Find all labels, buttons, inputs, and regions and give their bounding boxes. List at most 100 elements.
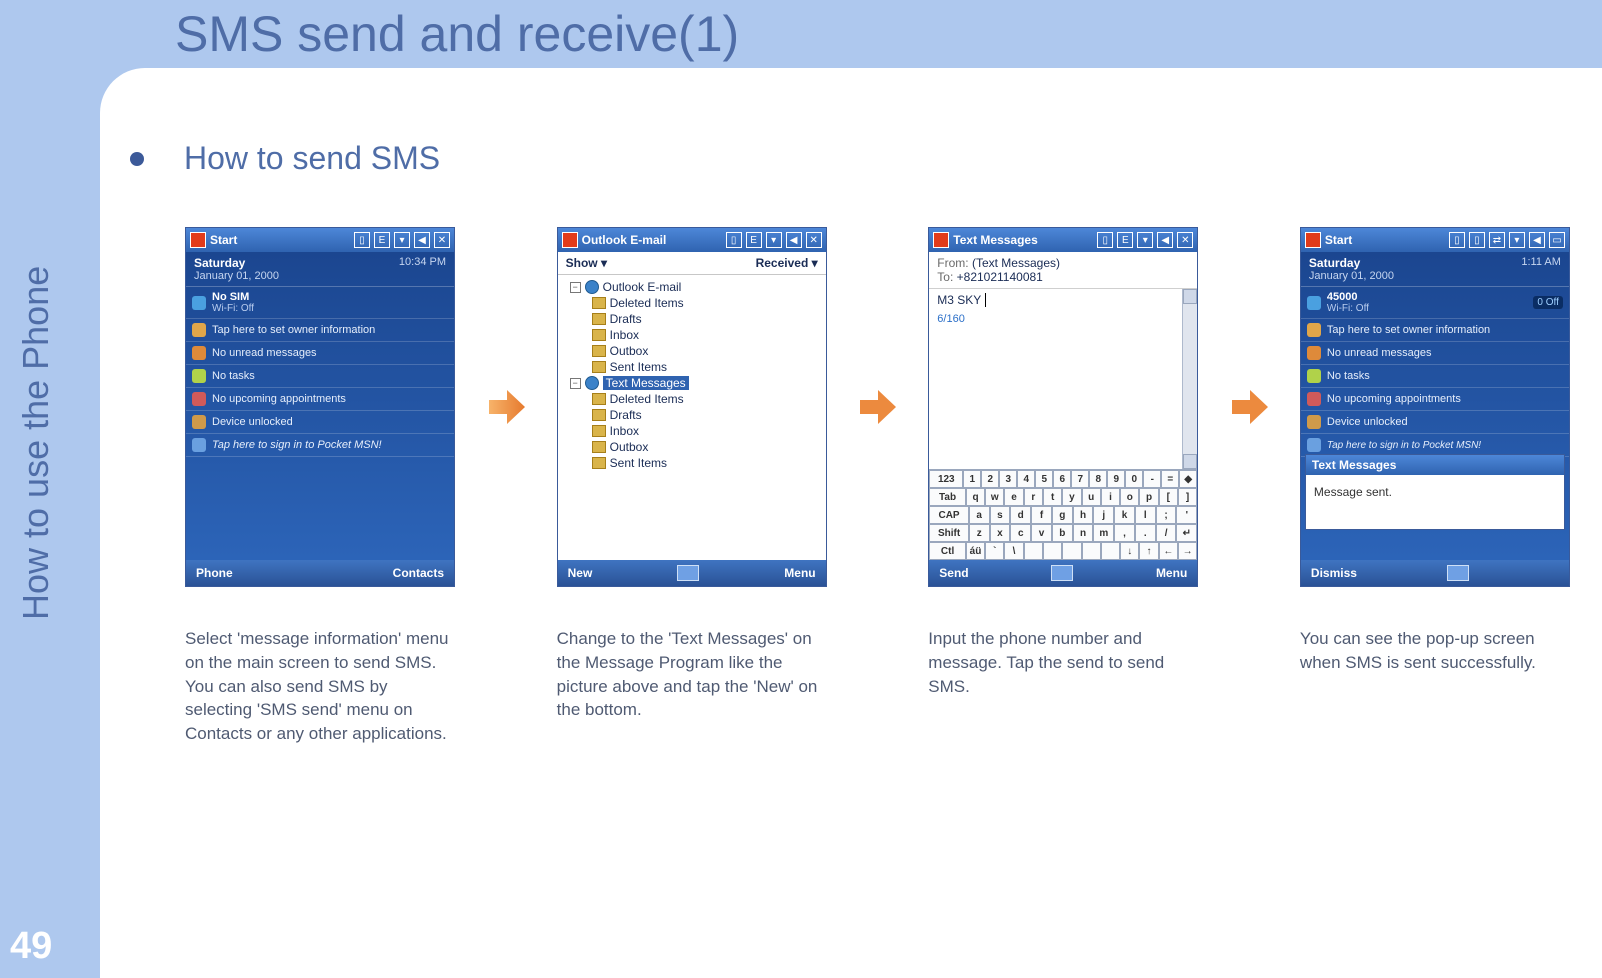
kb-key[interactable]: p <box>1139 488 1158 506</box>
volume-icon: ◀ <box>786 232 802 248</box>
kb-key[interactable]: j <box>1093 506 1114 524</box>
kb-key[interactable]: 123 <box>929 470 963 488</box>
scroll-down-icon[interactable] <box>1183 454 1197 469</box>
kb-key[interactable]: [ <box>1159 488 1178 506</box>
kb-key[interactable]: w <box>985 488 1004 506</box>
kb-key[interactable]: → <box>1178 542 1197 560</box>
kb-key[interactable] <box>1082 542 1101 560</box>
tree-folder[interactable]: Sent Items <box>592 359 822 375</box>
kb-key[interactable]: e <box>1004 488 1023 506</box>
kb-key[interactable]: Tab <box>929 488 966 506</box>
tree-folder[interactable]: Deleted Items <box>592 295 822 311</box>
kb-key[interactable]: = <box>1161 470 1179 488</box>
kb-key[interactable]: 3 <box>999 470 1017 488</box>
scroll-up-icon[interactable] <box>1183 289 1197 304</box>
kb-key[interactable]: ← <box>1159 542 1178 560</box>
kb-key[interactable]: . <box>1135 524 1156 542</box>
kb-key[interactable]: 6 <box>1053 470 1071 488</box>
kb-key[interactable]: b <box>1052 524 1073 542</box>
tree-folder[interactable]: Drafts <box>592 407 822 423</box>
calendar-icon <box>192 392 206 406</box>
to-value[interactable]: +821021140081 <box>957 270 1043 284</box>
kb-key[interactable]: k <box>1114 506 1135 524</box>
kb-key[interactable]: g <box>1052 506 1073 524</box>
kb-key[interactable]: 9 <box>1107 470 1125 488</box>
kb-key[interactable]: ◆ <box>1179 470 1197 488</box>
kb-key[interactable]: f <box>1031 506 1052 524</box>
kb-key[interactable]: ` <box>985 542 1004 560</box>
show-dropdown[interactable]: Show ▾ <box>566 256 607 270</box>
softkey-menu[interactable]: Menu <box>1156 566 1187 580</box>
kb-key[interactable]: ] <box>1178 488 1197 506</box>
kb-key[interactable]: t <box>1043 488 1062 506</box>
kb-key[interactable]: q <box>966 488 985 506</box>
tree-account-selected[interactable]: −Text Messages <box>570 375 822 391</box>
kb-key[interactable]: m <box>1093 524 1114 542</box>
kb-key[interactable]: CAP <box>929 506 969 524</box>
kb-key[interactable]: 8 <box>1089 470 1107 488</box>
kb-key[interactable]: z <box>969 524 990 542</box>
kb-key[interactable]: r <box>1024 488 1043 506</box>
on-screen-keyboard[interactable]: 1231234567890-=◆Tabqwertyuiop[]CAPasdfgh… <box>929 469 1197 560</box>
kb-key[interactable]: ; <box>1156 506 1177 524</box>
softkey-send[interactable]: Send <box>939 566 968 580</box>
scrollbar[interactable] <box>1182 289 1197 469</box>
kb-key[interactable]: l <box>1135 506 1156 524</box>
kb-key[interactable]: ' <box>1176 506 1197 524</box>
kb-key[interactable]: áü <box>966 542 985 560</box>
sort-dropdown[interactable]: Received ▾ <box>756 256 818 270</box>
kb-key[interactable]: u <box>1082 488 1101 506</box>
status-icon: ▯ <box>1097 232 1113 248</box>
softkey-new[interactable]: New <box>568 566 593 580</box>
kb-key[interactable]: 7 <box>1071 470 1089 488</box>
sync-icon: ⇄ <box>1489 232 1505 248</box>
kb-key[interactable]: Ctl <box>929 542 966 560</box>
kb-key[interactable]: / <box>1156 524 1177 542</box>
kb-key[interactable]: a <box>969 506 990 524</box>
tree-folder[interactable]: Inbox <box>592 423 822 439</box>
tree-account[interactable]: −Outlook E-mail <box>570 279 822 295</box>
kb-key[interactable]: \ <box>1004 542 1023 560</box>
tree-folder[interactable]: Sent Items <box>592 455 822 471</box>
kb-key[interactable]: 1 <box>963 470 981 488</box>
kb-key[interactable]: 5 <box>1035 470 1053 488</box>
kb-key[interactable]: x <box>990 524 1011 542</box>
kb-key[interactable] <box>1024 542 1043 560</box>
kb-key[interactable]: s <box>990 506 1011 524</box>
kb-key[interactable]: v <box>1031 524 1052 542</box>
kb-key[interactable]: 4 <box>1017 470 1035 488</box>
kb-key[interactable]: o <box>1120 488 1139 506</box>
kb-key[interactable]: n <box>1073 524 1094 542</box>
kb-key[interactable]: 0 <box>1125 470 1143 488</box>
tree-folder[interactable]: Outbox <box>592 343 822 359</box>
kb-key[interactable]: Shift <box>929 524 969 542</box>
kb-key[interactable] <box>1062 542 1081 560</box>
kb-key[interactable]: c <box>1010 524 1031 542</box>
kb-key[interactable]: ↑ <box>1139 542 1158 560</box>
kb-key[interactable]: ↓ <box>1120 542 1139 560</box>
kb-key[interactable]: - <box>1143 470 1161 488</box>
kb-key[interactable]: , <box>1114 524 1135 542</box>
message-input[interactable]: M3 SKY 6/160 <box>929 289 1197 469</box>
sip-icon[interactable] <box>677 565 699 581</box>
kb-key[interactable]: h <box>1073 506 1094 524</box>
sip-icon[interactable] <box>1447 565 1469 581</box>
kb-key[interactable]: 2 <box>981 470 999 488</box>
kb-key[interactable]: y <box>1062 488 1081 506</box>
tree-folder[interactable]: Outbox <box>592 439 822 455</box>
kb-key[interactable]: d <box>1010 506 1031 524</box>
softkey-dismiss[interactable]: Dismiss <box>1311 566 1357 580</box>
softkey-left[interactable]: Phone <box>196 566 233 580</box>
kb-key[interactable] <box>1101 542 1120 560</box>
tree-folder[interactable]: Inbox <box>592 327 822 343</box>
caption-1: Select 'message information' menu on the… <box>185 627 457 746</box>
owner-row: Tap here to set owner information <box>212 324 448 336</box>
tree-folder[interactable]: Deleted Items <box>592 391 822 407</box>
kb-key[interactable] <box>1043 542 1062 560</box>
tree-folder[interactable]: Drafts <box>592 311 822 327</box>
sip-icon[interactable] <box>1051 565 1073 581</box>
kb-key[interactable]: i <box>1101 488 1120 506</box>
softkey-menu[interactable]: Menu <box>784 566 815 580</box>
kb-key[interactable]: ↵ <box>1176 524 1197 542</box>
softkey-right[interactable]: Contacts <box>393 566 444 580</box>
